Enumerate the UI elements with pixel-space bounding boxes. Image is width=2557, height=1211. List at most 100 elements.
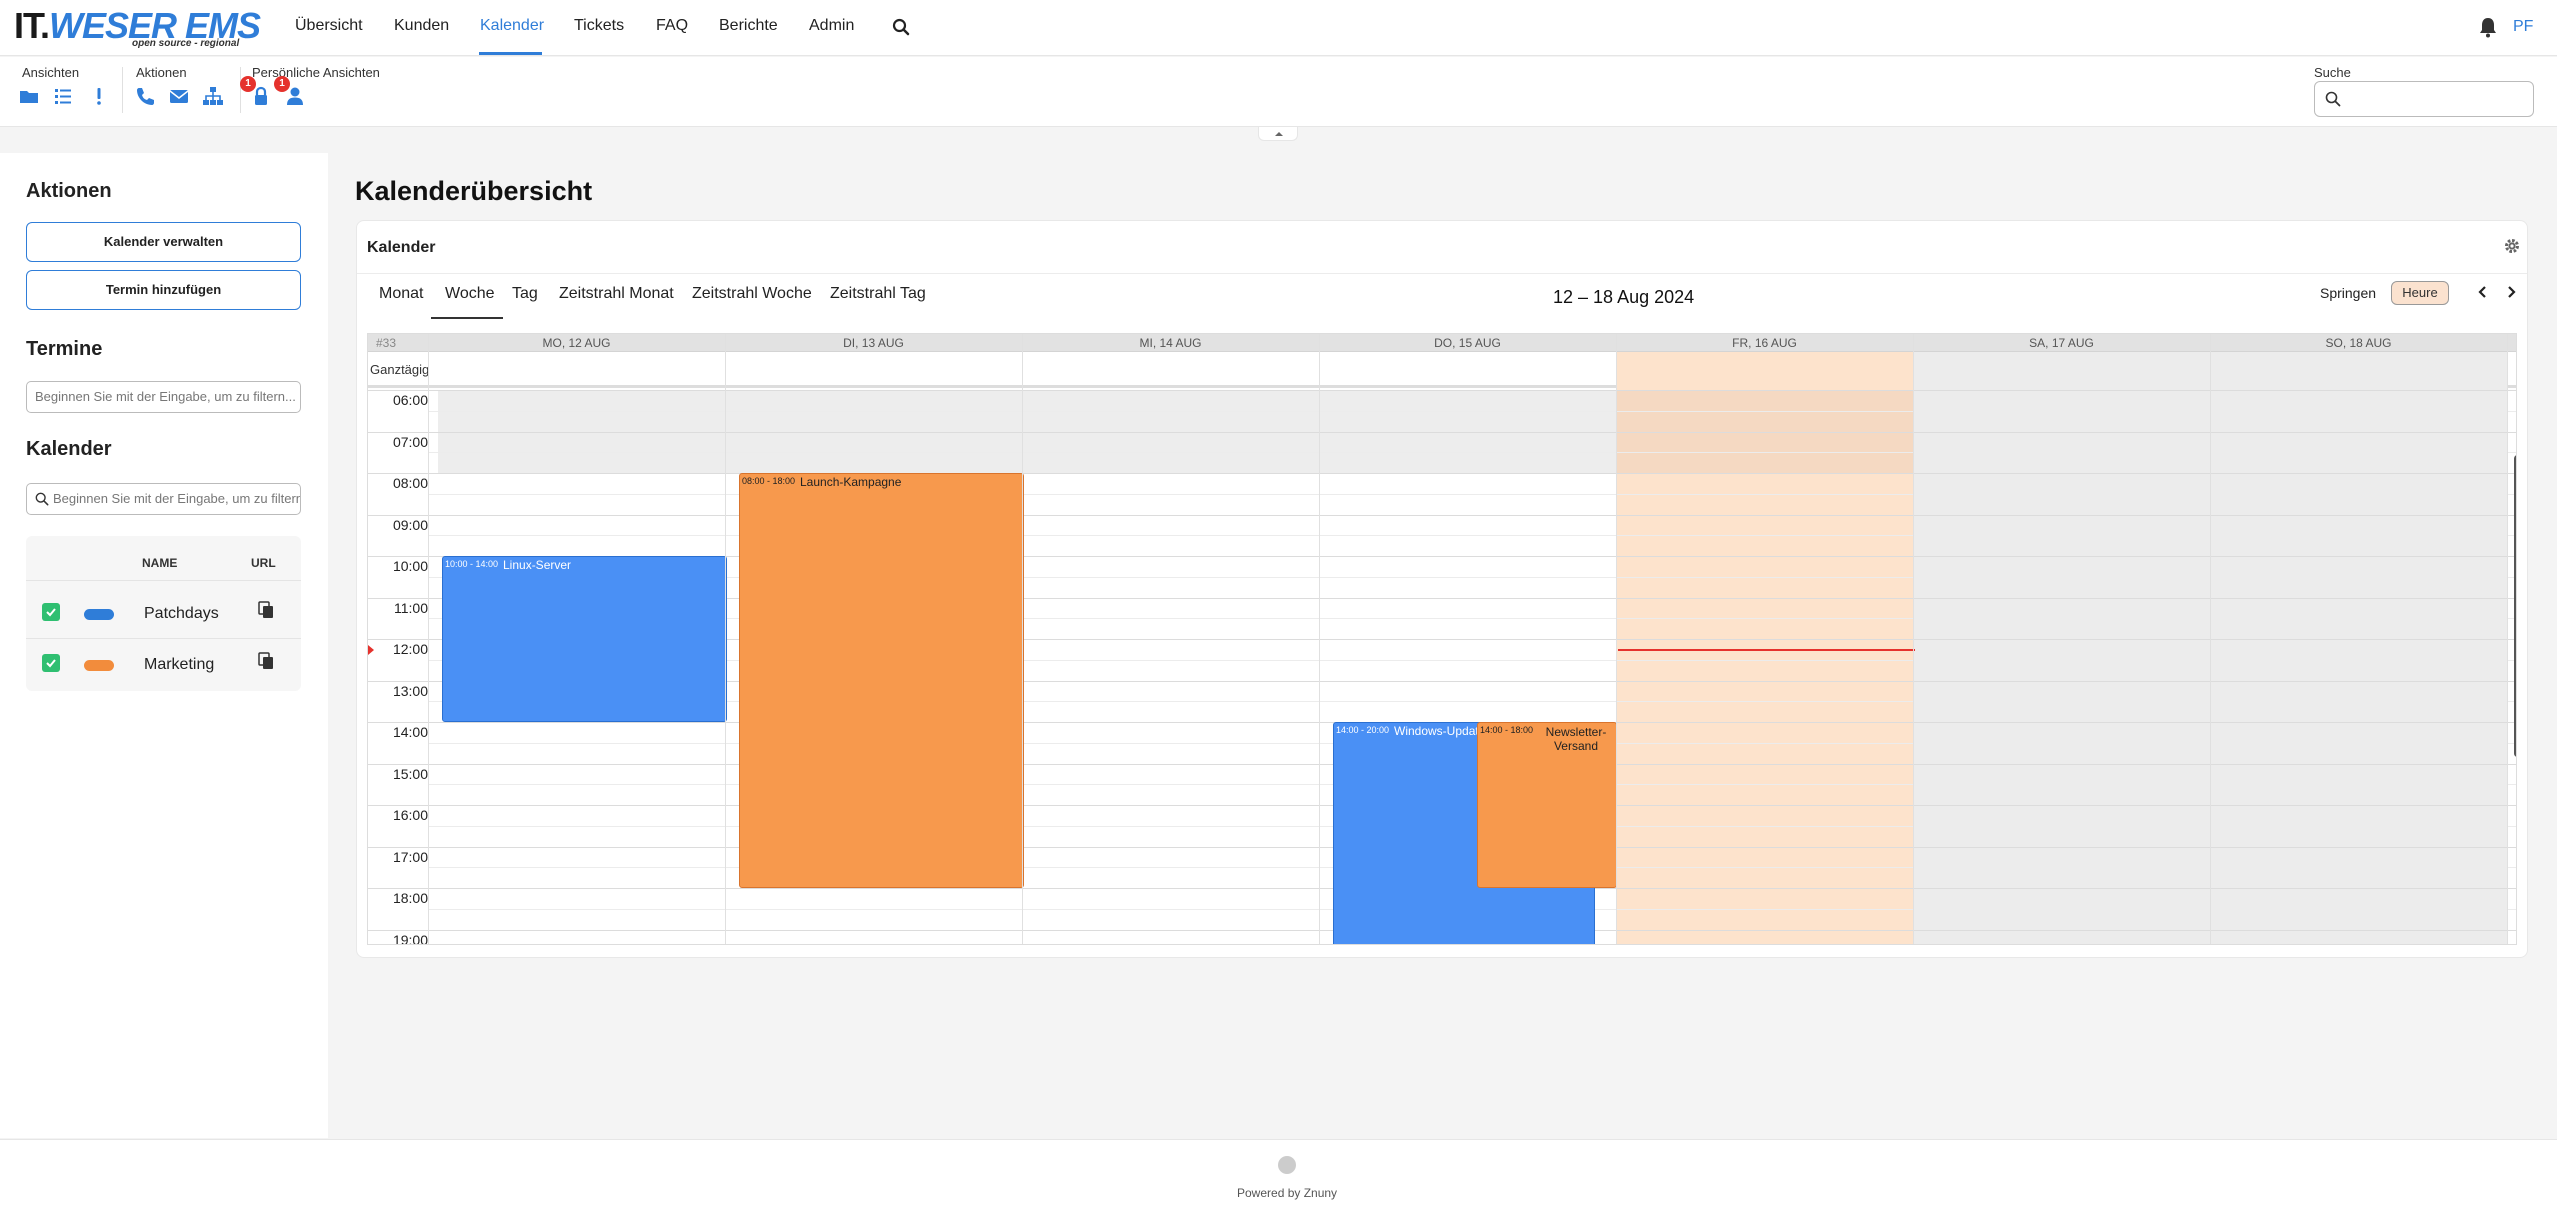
view-tab-monat[interactable]: Monat — [379, 285, 423, 303]
time-label: 12:00 — [392, 641, 428, 657]
week-number: #33 — [375, 336, 397, 350]
bell-icon[interactable] — [2478, 16, 2498, 38]
day-header[interactable]: SO, 18 AUG — [2210, 336, 2507, 350]
event-title: Launch-Kampagne — [800, 475, 902, 489]
event-title: Newsletter-Versand — [1545, 725, 1607, 753]
view-tab-zeitstrahl-woche[interactable]: Zeitstrahl Woche — [692, 285, 812, 303]
time-label: 18:00 — [392, 890, 428, 906]
day-header[interactable]: FR, 16 AUG — [1616, 336, 1913, 350]
list-icon[interactable] — [52, 85, 74, 107]
view-tab-woche[interactable]: Woche — [445, 285, 495, 303]
nav-item-uebersicht[interactable]: Übersicht — [295, 17, 363, 35]
day-header[interactable]: DO, 15 AUG — [1319, 336, 1616, 350]
view-tab-tag[interactable]: Tag — [512, 285, 538, 303]
column-header-url: URL — [251, 556, 276, 570]
view-tab-zeitstrahl-tag[interactable]: Zeitstrahl Tag — [830, 285, 926, 303]
top-navigation: IT.WESER EMS open source - regional Über… — [0, 0, 2557, 56]
toolbar-collapse-toggle[interactable] — [1258, 127, 1298, 141]
row-divider — [26, 638, 301, 639]
brand-logo[interactable]: IT.WESER EMS open source - regional — [14, 8, 264, 54]
nav-item-berichte[interactable]: Berichte — [719, 17, 778, 35]
copy-icon[interactable] — [258, 601, 274, 619]
day-header[interactable]: DI, 13 AUG — [725, 336, 1022, 350]
time-label: 08:00 — [392, 475, 428, 491]
all-day-label: Ganztägig — [370, 362, 430, 377]
time-label: 19:00 — [392, 931, 428, 945]
exclamation-icon[interactable] — [88, 85, 110, 107]
day-column-line — [1319, 334, 1320, 944]
toolbar: Ansichten Aktionen Persönliche Ansichten… — [0, 57, 2557, 127]
calendar-event[interactable]: 08:00 - 18:00 Launch-Kampagne — [739, 473, 1024, 888]
sidebar-termine-heading: Termine — [26, 338, 103, 360]
week-grid[interactable]: #33 MO, 12 AUG DI, 13 AUG MI, 14 AUG DO, 15… — [367, 333, 2517, 945]
nav-item-tickets[interactable]: Tickets — [574, 17, 624, 35]
search-input[interactable] — [2314, 81, 2534, 117]
nav-item-faq[interactable]: FAQ — [656, 17, 688, 35]
card-divider — [357, 273, 2527, 274]
user-count-badge: 1 — [274, 76, 290, 92]
hour-line — [368, 514, 2516, 516]
day-column-line — [2507, 334, 2508, 944]
day-column-line — [1913, 334, 1914, 944]
day-column-line — [1022, 334, 1023, 944]
search-label: Suche — [2314, 65, 2351, 80]
day-header[interactable]: MI, 14 AUG — [1022, 336, 1319, 350]
calendar-event[interactable]: 10:00 - 14:00 Linux-Server — [442, 556, 727, 722]
envelope-icon[interactable] — [168, 85, 190, 107]
nav-item-kalender[interactable]: Kalender — [480, 17, 544, 35]
view-tab-active-indicator — [431, 317, 503, 319]
calendar-name: Patchdays — [144, 605, 219, 622]
copy-icon[interactable] — [258, 652, 274, 670]
calendar-color-swatch — [84, 609, 114, 620]
time-label: 13:00 — [392, 682, 428, 699]
previous-week-button[interactable] — [2475, 283, 2491, 303]
nav-item-kunden[interactable]: Kunden — [394, 17, 449, 35]
footer: Powered by Znuny — [0, 1139, 2557, 1211]
folder-icon[interactable] — [18, 85, 40, 107]
today-button[interactable]: Heure — [2391, 281, 2449, 305]
page-title: Kalenderübersicht — [355, 176, 593, 206]
calendar-event[interactable]: 14:00 - 18:00 Newsletter-Versand — [1477, 722, 1617, 888]
znuny-logo-icon — [1278, 1156, 1296, 1174]
grid-scrollbar[interactable] — [2514, 455, 2516, 757]
nav-active-indicator — [479, 52, 542, 55]
nav-item-admin[interactable]: Admin — [809, 17, 854, 35]
calendar-visible-checkbox[interactable] — [42, 654, 60, 672]
day-column-line — [1616, 334, 1617, 944]
day-header[interactable]: MO, 12 AUG — [428, 336, 725, 350]
sidebar: Aktionen Kalender verwalten Termin hinzu… — [0, 153, 328, 1138]
add-appointment-button[interactable]: Termin hinzufügen — [26, 270, 301, 310]
brand-tagline: open source - regional — [132, 38, 240, 49]
half-hour-line — [428, 452, 2516, 454]
manage-calendars-button[interactable]: Kalender verwalten — [26, 222, 301, 262]
search-icon[interactable] — [892, 18, 910, 36]
time-label: 14:00 — [392, 724, 428, 740]
footer-powered-by: Powered by Znuny — [1237, 1186, 1338, 1200]
phone-icon[interactable] — [134, 85, 156, 107]
column-header-name: NAME — [142, 556, 178, 570]
user-avatar[interactable]: PF — [2513, 18, 2533, 36]
calendar-filter-input[interactable]: Beginnen Sie mit der Eingabe, um zu filt… — [26, 483, 301, 515]
current-time-line — [1618, 649, 1915, 652]
half-hour-line — [428, 410, 2516, 412]
toolbar-separator — [122, 67, 123, 113]
calendar-visible-checkbox[interactable] — [42, 603, 60, 621]
hour-line — [368, 390, 2516, 391]
appointment-filter-input[interactable]: Beginnen Sie mit der Eingabe, um zu filt… — [26, 381, 301, 413]
date-range-label: 12 – 18 Aug 2024 — [1553, 287, 1695, 307]
event-title: Linux-Server — [503, 558, 572, 572]
brand-prefix: IT. — [14, 5, 50, 46]
gear-icon[interactable] — [2503, 237, 2521, 255]
day-header[interactable]: SA, 17 AUG — [1913, 336, 2210, 350]
sitemap-icon[interactable] — [202, 85, 224, 107]
time-label: 15:00 — [392, 765, 428, 782]
jump-button[interactable]: Springen — [2320, 285, 2376, 301]
current-time-marker — [368, 645, 374, 656]
hour-line — [368, 431, 2516, 433]
calendar-card-title: Kalender — [367, 239, 436, 256]
view-tab-zeitstrahl-monat[interactable]: Zeitstrahl Monat — [559, 285, 674, 303]
time-label: 11:00 — [394, 599, 428, 616]
time-label: 10:00 — [392, 558, 428, 574]
time-label: 09:00 — [392, 516, 428, 533]
next-week-button[interactable] — [2503, 283, 2519, 303]
